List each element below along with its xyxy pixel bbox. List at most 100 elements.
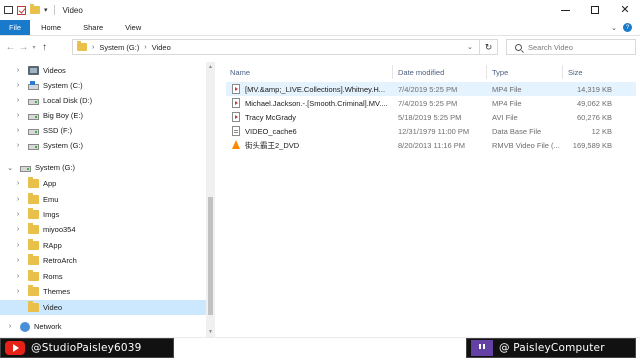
chevron-right-icon[interactable]: › xyxy=(14,82,22,89)
window-title: Video xyxy=(62,5,83,15)
column-size[interactable]: Size xyxy=(568,65,618,79)
file-name: [MV.&amp;_LIVE.Collections].Whitney.H... xyxy=(245,84,386,94)
folder-icon xyxy=(28,239,39,250)
twitch-icon xyxy=(471,340,493,356)
up-button[interactable]: ↑ xyxy=(38,39,51,55)
sidebar-item[interactable]: › Local Disk (D:) xyxy=(0,93,206,108)
scrollbar-thumb[interactable] xyxy=(208,197,213,315)
sidebar-item[interactable]: › Big Boy (E:) xyxy=(0,108,206,123)
chevron-right-icon[interactable]: › xyxy=(14,67,22,74)
sidebar-item[interactable]: Video xyxy=(0,300,206,315)
breadcrumb-drive[interactable]: System (G:) xyxy=(99,43,139,52)
sidebar-item[interactable]: ⌄ System (G:) xyxy=(0,160,206,175)
youtube-overlay: @StudioPaisley6039 xyxy=(0,338,174,358)
chevron-right-icon[interactable]: › xyxy=(14,273,22,280)
window-controls: ✕ xyxy=(550,0,640,20)
column-divider[interactable] xyxy=(562,65,563,79)
help-icon[interactable]: ? xyxy=(623,23,632,32)
sidebar-item[interactable]: › App xyxy=(0,176,206,191)
chevron-right-icon[interactable]: › xyxy=(14,242,22,249)
chevron-right-icon[interactable]: › xyxy=(144,44,146,51)
folder-icon xyxy=(28,270,39,281)
column-date[interactable]: Date modified xyxy=(398,65,488,79)
sidebar-item[interactable]: › Emu xyxy=(0,192,206,207)
sidebar-item[interactable]: › miyoo354 xyxy=(0,222,206,237)
chevron-right-icon[interactable]: › xyxy=(6,323,14,330)
chevron-right-icon[interactable]: › xyxy=(92,44,94,51)
sidebar-item-label: App xyxy=(43,179,57,188)
ribbon-tabs: File Home Share View ⌄ ? xyxy=(0,20,640,36)
sidebar-item-label: Videos xyxy=(43,66,66,75)
address-bar[interactable]: › System (G:) › Video ⌄ ↻ xyxy=(72,39,498,55)
refresh-button[interactable]: ↻ xyxy=(479,39,497,55)
media-file-icon xyxy=(232,84,240,94)
recent-locations-button[interactable]: ▾ xyxy=(30,39,38,55)
chevron-right-icon[interactable]: › xyxy=(14,180,22,187)
search-placeholder: Search Video xyxy=(528,42,573,52)
sidebar-item[interactable]: › Themes xyxy=(0,284,206,299)
minimize-icon xyxy=(560,9,570,11)
file-row[interactable]: VIDEO_cache6 12/31/1979 11:00 PM Data Base… xyxy=(226,124,636,138)
file-row[interactable]: Tracy McGrady 5/18/2019 5:25 PM AVI File 60… xyxy=(226,110,636,124)
file-name-cell: Tracy McGrady xyxy=(232,110,396,124)
breadcrumb-folder[interactable]: Video xyxy=(152,43,171,52)
column-type[interactable]: Type xyxy=(492,65,564,79)
maximize-button[interactable] xyxy=(580,0,610,20)
sidebar-item[interactable]: › Network xyxy=(0,319,206,334)
sidebar-item[interactable]: › SSD (F:) xyxy=(0,123,206,138)
scroll-down-icon[interactable]: ▼ xyxy=(206,329,215,335)
file-name: VIDEO_cache6 xyxy=(245,126,297,136)
sidebar-item[interactable]: › RetroArch xyxy=(0,253,206,268)
twitch-handle: @ PaisleyComputer xyxy=(499,342,605,354)
file-name-cell: [MV.&amp;_LIVE.Collections].Whitney.H... xyxy=(232,82,396,96)
file-row[interactable]: Michael.Jackson.-.[Smooth.Criminal].MV..… xyxy=(226,96,636,110)
tab-file[interactable]: File xyxy=(0,20,31,35)
sidebar-item-label: RetroArch xyxy=(43,256,77,265)
scroll-up-icon[interactable]: ▲ xyxy=(206,64,215,70)
expand-ribbon-icon[interactable]: ⌄ xyxy=(611,24,617,32)
new-folder-icon[interactable] xyxy=(30,4,40,14)
chevron-right-icon[interactable]: › xyxy=(14,112,22,119)
chevron-right-icon[interactable]: › xyxy=(14,127,22,134)
chevron-right-icon[interactable]: › xyxy=(14,196,22,203)
nav-scrollbar[interactable]: ▲ ▼ xyxy=(206,62,215,337)
sidebar-item-label: System (G:) xyxy=(35,163,76,172)
chevron-right-icon[interactable]: › xyxy=(14,288,22,295)
chevron-right-icon[interactable]: › xyxy=(14,211,22,218)
close-button[interactable]: ✕ xyxy=(610,0,640,20)
sidebar-item-label: Themes xyxy=(43,287,71,296)
sidebar-item[interactable]: › System (G:) xyxy=(0,138,206,153)
sidebar-item[interactable]: › Roms xyxy=(0,269,206,284)
sidebar-item[interactable]: › RApp xyxy=(0,238,206,253)
folder-icon xyxy=(28,208,39,219)
tab-view[interactable]: View xyxy=(114,20,152,35)
youtube-icon xyxy=(5,341,25,355)
file-date: 8/20/2013 11:16 PM xyxy=(398,140,465,150)
file-row[interactable]: 街头霸王2_DVD 8/20/2013 11:16 PM RMVB Video Fi… xyxy=(226,138,636,152)
chevron-down-icon[interactable]: ⌄ xyxy=(467,43,473,51)
sidebar-item[interactable]: › Imgs xyxy=(0,207,206,222)
navigation-pane: › Videos › System (C:) › Local Disk (D:) › Big … xyxy=(0,62,206,337)
column-name[interactable]: Name xyxy=(230,65,390,79)
file-size: 60,276 KB xyxy=(576,112,612,122)
column-divider[interactable] xyxy=(486,65,487,79)
back-button[interactable]: ← xyxy=(4,39,17,55)
drive-icon xyxy=(28,81,39,90)
sidebar-item[interactable]: › Videos xyxy=(0,63,206,78)
minimize-button[interactable] xyxy=(550,0,580,20)
search-input[interactable]: Search Video xyxy=(506,39,636,55)
column-divider[interactable] xyxy=(392,65,393,79)
tab-share[interactable]: Share xyxy=(72,20,114,35)
file-row[interactable]: [MV.&amp;_LIVE.Collections].Whitney.H...… xyxy=(226,82,636,96)
properties-icon[interactable] xyxy=(17,5,26,15)
chevron-right-icon[interactable]: › xyxy=(14,142,22,149)
forward-button[interactable]: → xyxy=(17,39,30,55)
chevron-right-icon[interactable]: › xyxy=(14,226,22,233)
chevron-down-icon[interactable]: ⌄ xyxy=(6,164,14,172)
customize-toolbar-icon[interactable]: ▾ xyxy=(44,6,48,14)
drive-icon xyxy=(28,129,39,135)
chevron-right-icon[interactable]: › xyxy=(14,257,22,264)
sidebar-item[interactable]: › System (C:) xyxy=(0,78,206,93)
chevron-right-icon[interactable]: › xyxy=(14,97,22,104)
tab-home[interactable]: Home xyxy=(30,20,72,35)
